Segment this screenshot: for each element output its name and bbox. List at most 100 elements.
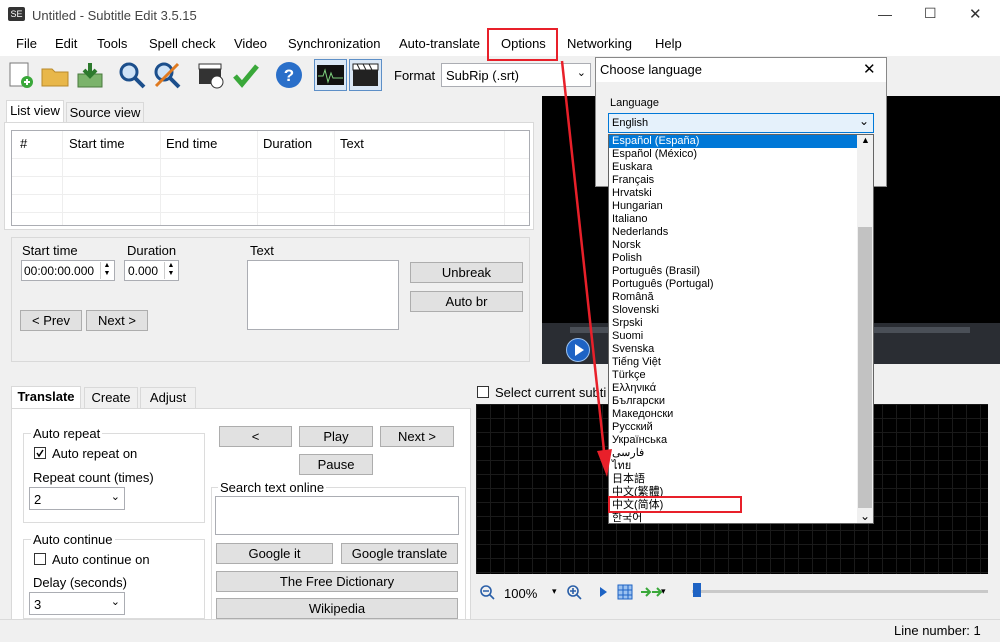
language-select[interactable]: English ⌄ [608,113,874,133]
minimize-button[interactable]: — [878,6,892,22]
play-button[interactable]: Play [299,426,373,447]
row-divider [12,158,529,159]
menu-file[interactable]: File [16,36,37,51]
line-number-status: Line number: 1 [894,623,981,638]
repeat-count-select[interactable]: 2 ⌄ [29,487,125,510]
title-bar: SE Untitled - Subtitle Edit 3.5.15 — ☐ ✕ [0,0,1000,31]
delay-select[interactable]: 3 ⌄ [29,592,125,615]
column-header-end-time[interactable]: End time [166,136,217,151]
open-folder-icon[interactable] [40,60,70,90]
zoom-out-icon[interactable] [479,584,495,600]
menu-spell-check[interactable]: Spell check [149,36,215,51]
menu-edit[interactable]: Edit [55,36,77,51]
google-it-button[interactable]: Google it [216,543,333,564]
auto-repeat-on-label[interactable]: Auto repeat on [52,446,137,461]
pause-button[interactable]: Pause [299,454,373,475]
spell-check-icon[interactable] [231,60,261,90]
column-divider [160,131,161,225]
column-divider [334,131,335,225]
unbreak-button[interactable]: Unbreak [410,262,523,283]
tab-adjust[interactable]: Adjust [140,387,196,408]
replace-icon[interactable] [152,60,182,90]
wikipedia-button[interactable]: Wikipedia [216,598,458,619]
auto-repeat-checkbox[interactable] [34,447,46,459]
close-button[interactable]: ✕ [969,5,982,23]
auto-continue-group-label: Auto continue [31,532,115,547]
chevron-down-icon[interactable]: ▾ [661,586,666,597]
menu-synchronization[interactable]: Synchronization [288,36,381,51]
new-file-icon[interactable] [6,60,36,90]
search-text-input[interactable] [215,496,459,535]
column-header-text[interactable]: Text [340,136,364,151]
menu-video[interactable]: Video [234,36,267,51]
free-dictionary-button[interactable]: The Free Dictionary [216,571,458,592]
annotation-arrow [560,60,612,477]
grid-view-icon[interactable] [617,584,633,600]
auto-repeat-group-label: Auto repeat [31,426,103,441]
text-label: Text [250,243,274,258]
previous-line-button[interactable]: < [219,426,292,447]
menu-networking[interactable]: Networking [567,36,632,51]
search-online-group-label: Search text online [218,480,327,495]
next-line-button[interactable]: Next > [380,426,454,447]
tab-create[interactable]: Create [84,387,138,408]
select-current-checkbox[interactable] [477,386,489,398]
scrollbar-thumb[interactable] [858,227,872,508]
language-dropdown-list[interactable]: ▲ ⌄ Español (España) Español (México) Eu… [608,134,874,524]
prev-button[interactable]: < Prev [20,310,82,331]
delay-label: Delay (seconds) [33,575,127,590]
google-translate-button[interactable]: Google translate [341,543,458,564]
row-divider [12,176,529,177]
menu-help[interactable]: Help [655,36,682,51]
column-header-number[interactable]: # [20,136,27,151]
position-slider[interactable] [692,590,988,593]
tab-list-view[interactable]: List view [6,100,64,122]
position-slider-thumb[interactable] [693,583,701,597]
row-divider [12,212,529,213]
app-icon: SE [8,7,25,21]
save-icon[interactable] [75,60,105,90]
dropdown-scrollbar[interactable]: ▲ ⌄ [857,135,873,523]
scroll-down-icon[interactable]: ⌄ [860,509,870,523]
menu-tools[interactable]: Tools [97,36,127,51]
dialog-close-icon[interactable]: ✕ [863,60,876,78]
subtitle-table[interactable]: # Start time End time Duration Text [11,130,530,226]
duration-input[interactable]: 0.000 ▲ ▼ [124,260,179,281]
tab-translate[interactable]: Translate [11,386,81,409]
start-time-value: 00:00:00.000 [24,264,95,278]
spin-buttons-icon[interactable]: ▲ ▼ [164,262,177,279]
waveform-toggle-icon[interactable] [314,59,347,91]
column-header-start-time[interactable]: Start time [69,136,125,151]
auto-continue-on-label[interactable]: Auto continue on [52,552,150,567]
column-divider [62,131,63,225]
auto-br-button[interactable]: Auto br [410,291,523,312]
video-toggle-icon[interactable] [349,59,382,91]
help-icon[interactable]: ? [274,60,304,90]
svg-text:?: ? [284,66,294,85]
zoom-value[interactable]: 100% [504,586,537,601]
main-window: SE Untitled - Subtitle Edit 3.5.15 — ☐ ✕… [0,0,1000,642]
column-header-duration[interactable]: Duration [263,136,312,151]
scroll-up-icon[interactable]: ▲ [861,135,870,145]
duration-label: Duration [127,243,177,258]
start-time-label: Start time [22,243,78,258]
spin-buttons-icon[interactable]: ▲ ▼ [100,262,113,279]
chevron-down-icon: ⌄ [110,491,120,503]
subtitle-text-area[interactable] [247,260,399,330]
simplified-chinese-highlight [608,496,742,513]
menu-auto-translate[interactable]: Auto-translate [399,36,480,51]
column-divider [257,131,258,225]
column-divider [504,131,505,225]
tab-source-view[interactable]: Source view [66,102,144,122]
start-time-input[interactable]: 00:00:00.000 ▲ ▼ [21,260,115,281]
chevron-down-icon[interactable]: ▾ [552,586,557,597]
repeat-count-label: Repeat count (times) [33,470,154,485]
play-small-icon[interactable] [598,586,608,598]
maximize-button[interactable]: ☐ [924,5,937,22]
language-option[interactable]: 한국어 [612,512,642,523]
next-button[interactable]: Next > [86,310,148,331]
find-icon[interactable] [117,60,147,90]
auto-continue-checkbox[interactable] [34,553,46,565]
visual-sync-icon[interactable] [196,60,226,90]
zoom-in-icon[interactable] [566,584,582,600]
